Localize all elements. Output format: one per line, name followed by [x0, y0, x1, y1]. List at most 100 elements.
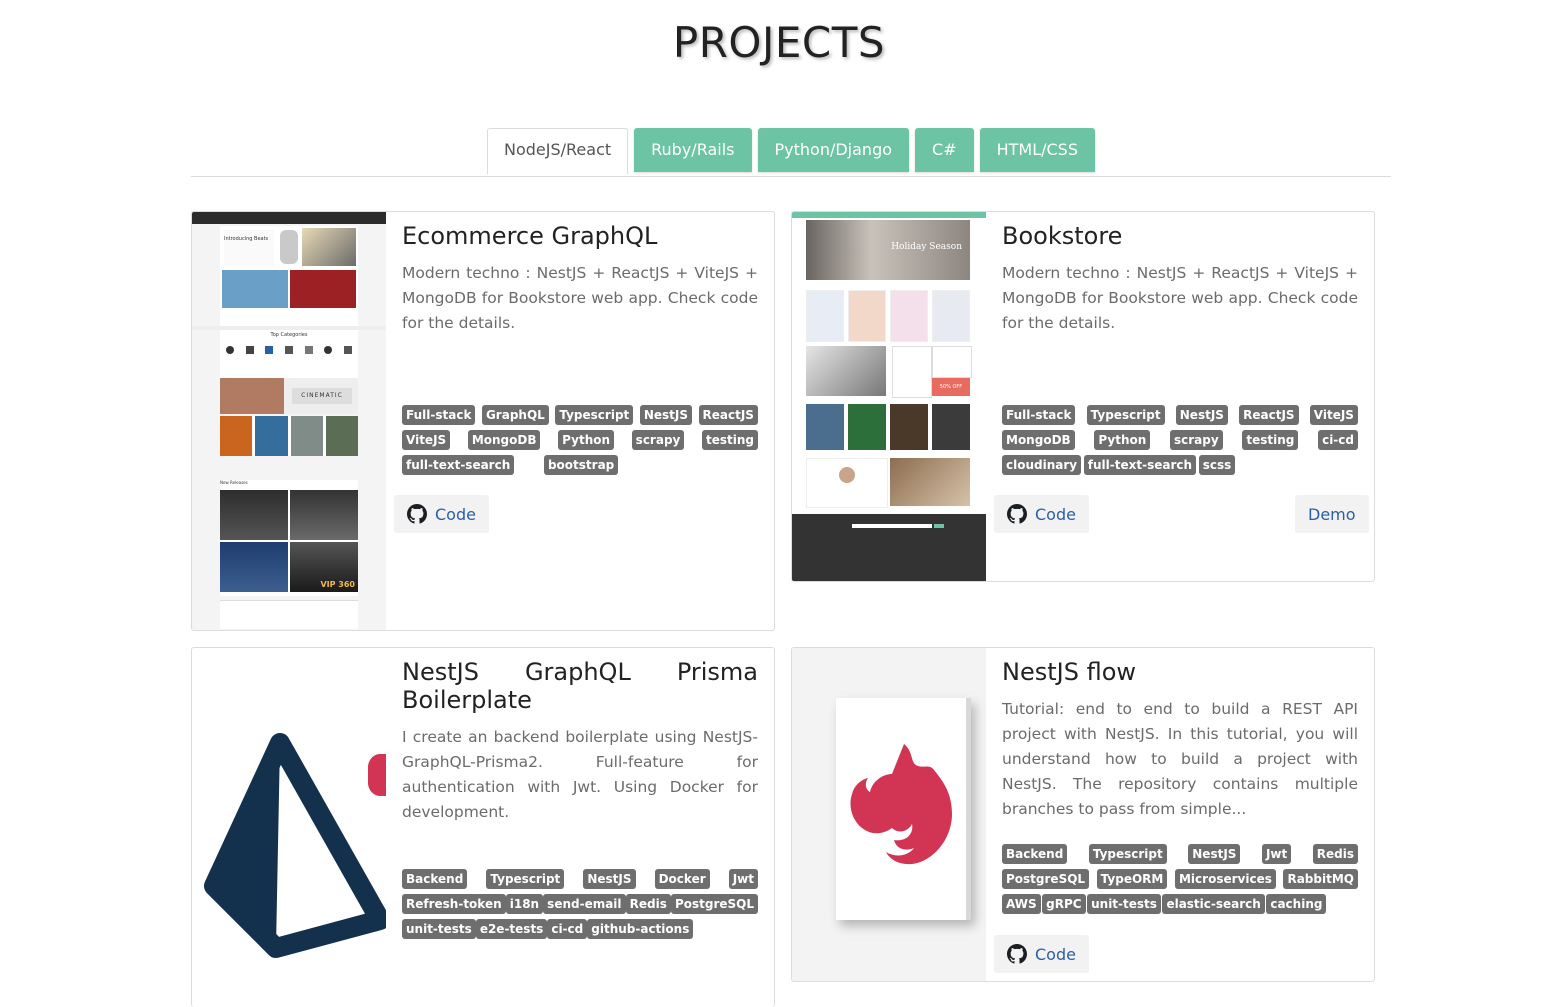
project-title: NestJS flow	[1002, 658, 1137, 686]
nestjs-logo	[850, 744, 952, 865]
code-button-label: Code	[1035, 504, 1076, 524]
project-description: Modern techno : NestJS + ReactJS + ViteJ…	[1002, 264, 1358, 332]
tag: Backend	[402, 869, 468, 889]
tag-list: Backend Typescript NestJS Jwt Redis Post…	[1002, 844, 1358, 914]
demo-button-label: Demo	[1308, 504, 1356, 524]
tag: unit-tests	[1087, 894, 1161, 914]
code-button-label: Code	[435, 504, 476, 524]
tag: Refresh-token	[402, 894, 506, 914]
project-thumbnail: Introducing Beats Top Categories CINEMAT…	[192, 212, 386, 630]
tag: ViteJS	[1309, 405, 1358, 425]
tab-html-css[interactable]: HTML/CSS	[979, 128, 1095, 172]
project-description: Tutorial: end to end to build a REST API…	[1002, 700, 1358, 818]
banner-cinematic: CINEMATIC	[301, 392, 343, 399]
project-thumbnail: Holiday Season 50% OFF	[792, 212, 986, 581]
tag: Redis	[625, 894, 671, 914]
project-title: NestJS GraphQL Prisma Boilerplate	[402, 658, 758, 714]
tag: Backend	[1002, 844, 1068, 864]
tag: github-actions	[587, 919, 694, 939]
categories-heading: Top Categories	[270, 332, 308, 338]
tag-list: Backend Typescript NestJS Docker Jwt Ref…	[402, 869, 758, 939]
tab-python-django[interactable]: Python/Django	[757, 128, 910, 172]
tag: TypeORM	[1096, 869, 1168, 889]
hero-title: Introducing Beats	[224, 236, 269, 242]
tag: ci-cd	[547, 919, 588, 939]
tab-csharp[interactable]: C#	[915, 128, 974, 172]
tag: Redis	[1312, 844, 1358, 864]
tag: Typescript	[1086, 405, 1165, 425]
github-icon	[1007, 504, 1027, 524]
tag: Full-stack	[402, 405, 476, 425]
tag: i18n	[505, 894, 544, 914]
tag: GraphQL	[481, 405, 549, 425]
tag: ViteJS	[402, 430, 451, 450]
tag-list: Full-stack GraphQL Typescript NestJS Rea…	[402, 405, 758, 475]
tab-nodejs-react[interactable]: NodeJS/React	[487, 128, 629, 174]
tag: scss	[1198, 455, 1236, 475]
page-title: PROJECTS	[672, 18, 886, 67]
tag: Jwt	[728, 869, 758, 889]
tag: unit-tests	[402, 919, 476, 939]
tag: NestJS	[1188, 844, 1241, 864]
demo-button[interactable]: Demo	[1295, 495, 1369, 533]
tag: ci-cd	[1318, 430, 1358, 450]
vip-banner-text: VIP 360	[320, 580, 355, 589]
tag: testing	[1242, 430, 1299, 450]
tag: full-text-search	[1083, 455, 1197, 475]
code-button[interactable]: Code	[394, 495, 489, 533]
tag: ReactJS	[1239, 405, 1299, 425]
tag: MongoDB	[467, 430, 541, 450]
code-button[interactable]: Code	[994, 935, 1089, 973]
tag: Python	[558, 430, 615, 450]
tag: scrapy	[1169, 430, 1223, 450]
tag: RabbitMQ	[1283, 869, 1358, 889]
project-card-nestjs-flow: NestJS flow Tutorial: end to end to buil…	[791, 647, 1375, 982]
code-button-label: Code	[1035, 944, 1076, 964]
tag: caching	[1266, 894, 1327, 914]
tag: NestJS	[1175, 405, 1228, 425]
project-title: Bookstore	[1002, 222, 1123, 250]
tag: ReactJS	[698, 405, 758, 425]
tag: Typescript	[1088, 844, 1167, 864]
tag: bootstrap	[543, 455, 619, 475]
tag-list: Full-stack Typescript NestJS ReactJS Vit…	[1002, 405, 1358, 475]
project-card-bookstore: Holiday Season 50% OFF Bookstore Modern …	[791, 211, 1375, 582]
project-category-tabs: NodeJS/React Ruby/Rails Python/Django C#…	[191, 128, 1391, 177]
tag: cloudinary	[1002, 455, 1082, 475]
tag: Typescript	[486, 869, 565, 889]
github-icon	[1007, 944, 1027, 964]
tag: full-text-search	[402, 455, 515, 475]
tag: Microservices	[1174, 869, 1276, 889]
tag: Python	[1094, 430, 1151, 450]
tag: Full-stack	[1002, 405, 1076, 425]
prisma-logo	[204, 733, 386, 958]
project-card-nestjs-graphql-prisma: NestJS GraphQL Prisma Boilerplate I crea…	[191, 647, 775, 1007]
tag: send-email	[543, 894, 626, 914]
new-releases-heading: New Releases	[220, 480, 248, 485]
tag: elastic-search	[1162, 894, 1265, 914]
code-button[interactable]: Code	[994, 495, 1089, 533]
project-thumbnail	[192, 648, 386, 993]
hero-title: Holiday Season	[891, 242, 962, 252]
tag: Jwt	[1261, 844, 1292, 864]
tag: Typescript	[555, 405, 634, 425]
tag: NestJS	[639, 405, 692, 425]
tag: PostgreSQL	[670, 894, 758, 914]
project-title: Ecommerce GraphQL	[402, 222, 658, 250]
project-description: I create an backend boilerplate using Ne…	[402, 728, 758, 821]
tag: PostgreSQL	[1002, 869, 1090, 889]
github-icon	[407, 504, 427, 524]
tag: NestJS	[583, 869, 636, 889]
sale-badge: 50% OFF	[939, 384, 963, 390]
tag: scrapy	[631, 430, 685, 450]
project-thumbnail	[792, 648, 986, 981]
project-card-ecommerce-graphql: Introducing Beats Top Categories CINEMAT…	[191, 211, 775, 631]
tag: AWS	[1002, 894, 1041, 914]
tag: MongoDB	[1002, 430, 1075, 450]
tag: e2e-tests	[475, 919, 548, 939]
tag: gRPC	[1042, 894, 1086, 914]
tag: Docker	[654, 869, 710, 889]
project-description: Modern techno : NestJS + ReactJS + ViteJ…	[402, 264, 758, 332]
tag: testing	[702, 430, 758, 450]
tab-ruby-rails[interactable]: Ruby/Rails	[634, 128, 752, 172]
